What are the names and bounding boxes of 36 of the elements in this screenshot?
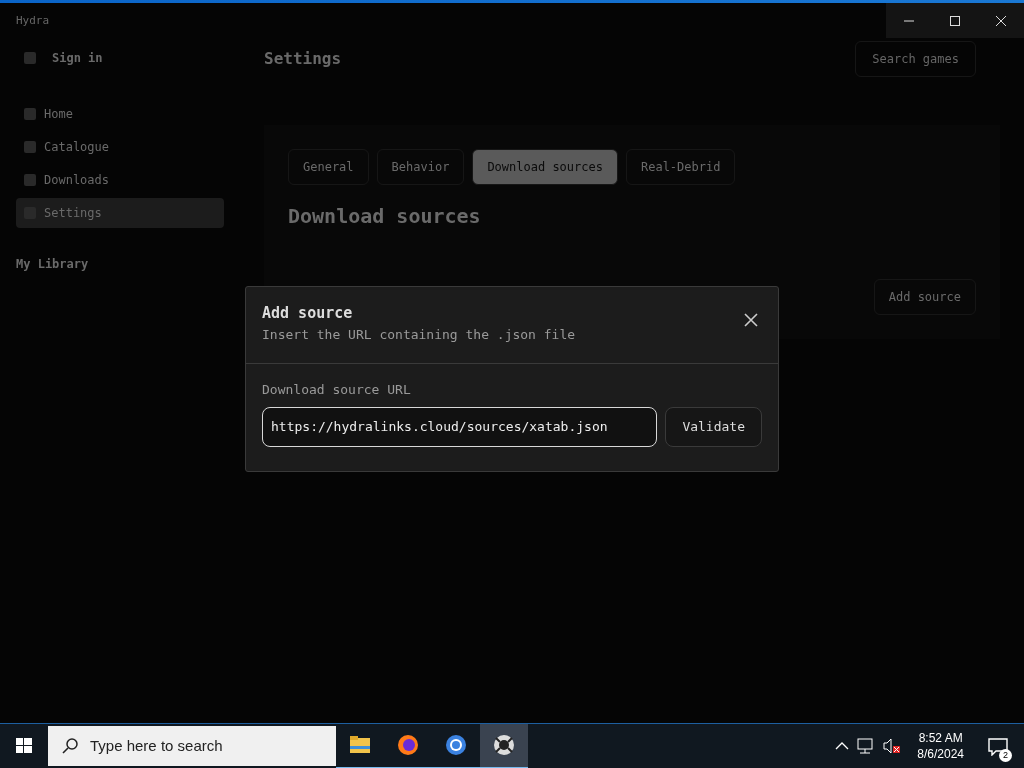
maximize-icon <box>950 15 960 26</box>
window-title: Hydra <box>16 14 50 27</box>
notification-count: 2 <box>999 749 1012 762</box>
validate-button[interactable]: Validate <box>665 407 762 447</box>
add-source-button[interactable]: Add source <box>873 279 976 315</box>
browser-icon <box>445 734 467 756</box>
sidebar-item[interactable]: Home <box>16 99 224 129</box>
sign-in-link[interactable]: Sign in <box>52 49 103 67</box>
muted-speaker-icon[interactable] <box>883 738 902 754</box>
clock-date[interactable]: 8/6/2024 <box>917 746 964 763</box>
sidebar-item[interactable]: Catalogue <box>16 132 224 162</box>
search-placeholder: Type here to search <box>90 735 223 756</box>
folder-icon <box>349 734 371 756</box>
sidebar-item[interactable]: Downloads <box>16 165 224 195</box>
settings-tab[interactable]: Behavior <box>376 149 465 185</box>
dialog-subtitle: Insert the URL containing the .json file <box>262 326 577 344</box>
settings-tab[interactable]: Real-Debrid <box>625 149 736 185</box>
settings-tab[interactable]: General <box>288 149 369 185</box>
section-title: Download sources <box>288 203 482 230</box>
close-icon <box>996 15 1006 26</box>
network-icon[interactable] <box>857 738 876 754</box>
chevron-up-icon[interactable] <box>835 741 850 751</box>
globe-icon <box>397 734 419 756</box>
clock-time[interactable]: 8:52 AM <box>917 729 964 746</box>
library-heading: My Library <box>15 256 90 273</box>
field-label: Download source URL <box>262 380 412 399</box>
url-field[interactable]: https://hydralinks.cloud/sources/xatab.json <box>262 407 658 447</box>
settings-tab[interactable]: Download sources <box>472 149 618 185</box>
search-icon <box>62 738 78 754</box>
taskbar-search[interactable]: Type here to search <box>48 726 336 766</box>
dialog-title: Add source <box>262 304 353 322</box>
taskbar-app[interactable] <box>480 723 528 768</box>
search-field[interactable]: Search games <box>855 41 976 77</box>
sidebar-item[interactable]: Settings <box>16 198 224 228</box>
notification-icon <box>988 737 1008 756</box>
page-title: Settings <box>264 48 342 70</box>
